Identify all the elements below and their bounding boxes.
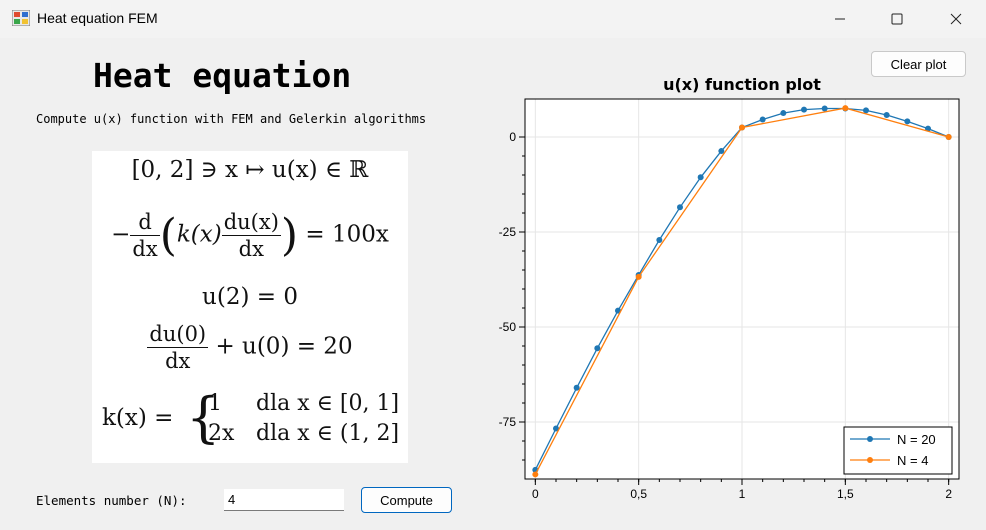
- data-point: [780, 110, 787, 117]
- data-point: [532, 471, 539, 478]
- chart-title: u(x) function plot: [663, 75, 821, 94]
- y-tick-label: 0: [509, 130, 516, 144]
- data-point: [739, 124, 745, 131]
- data-point: [883, 111, 890, 118]
- data-point: [573, 384, 580, 391]
- data-point: [718, 148, 725, 155]
- y-tick-label: -50: [499, 320, 517, 334]
- data-point: [656, 236, 663, 243]
- data-point: [904, 118, 911, 125]
- x-tick-label: 1,5: [837, 487, 854, 501]
- legend-label: N = 4: [897, 453, 928, 468]
- legend-label: N = 20: [897, 432, 936, 447]
- y-tick-label: -25: [499, 225, 517, 239]
- legend-swatch-marker: [867, 457, 873, 463]
- data-point: [635, 273, 642, 280]
- x-tick-label: 0: [532, 487, 539, 501]
- y-tick-label: -75: [499, 415, 517, 429]
- x-tick-label: 0,5: [630, 487, 647, 501]
- data-point: [945, 134, 952, 140]
- data-point: [821, 105, 828, 112]
- x-tick-label: 1: [739, 487, 746, 501]
- data-point: [759, 116, 766, 123]
- data-point: [677, 204, 683, 211]
- data-point: [863, 107, 869, 114]
- data-point: [842, 105, 849, 112]
- data-point: [594, 345, 601, 352]
- legend-swatch-marker: [867, 436, 873, 442]
- data-point: [697, 174, 704, 181]
- data-point: [801, 106, 807, 113]
- x-tick-label: 2: [945, 487, 952, 501]
